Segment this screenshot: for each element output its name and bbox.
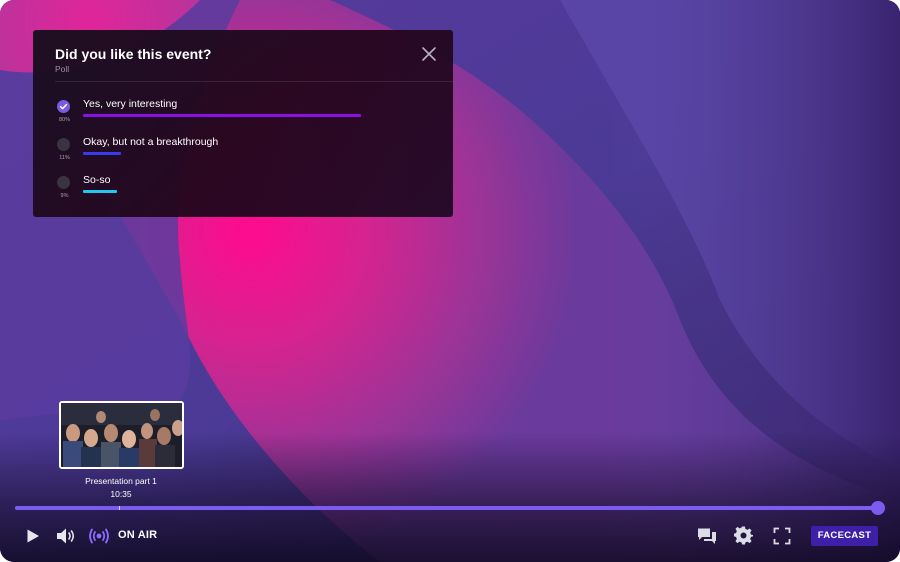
poll-option[interactable]: 80% Yes, very interesting (55, 98, 433, 128)
play-icon[interactable] (25, 528, 41, 549)
poll-option-bar (83, 152, 121, 155)
settings-gear-icon[interactable] (734, 526, 754, 551)
live-label: ON AIR (118, 529, 158, 541)
preview-time: 10:35 (110, 489, 132, 499)
progress-knob[interactable] (871, 501, 885, 515)
poll-option-label: Okay, but not a breakthrough (83, 136, 219, 148)
progress-bar[interactable] (15, 501, 885, 515)
poll-divider (55, 81, 453, 82)
video-player: Did you like this event? Poll 80% Yes, v… (0, 0, 900, 562)
broadcast-icon (88, 527, 110, 550)
audience-image (61, 403, 182, 467)
poll-option-percent: 9% (60, 193, 69, 199)
radio-icon[interactable] (57, 138, 70, 151)
progress-fill (15, 506, 878, 510)
progress-marker (119, 506, 120, 510)
fullscreen-icon[interactable] (773, 527, 791, 550)
preview-title: Presentation part 1 (85, 476, 157, 486)
poll-option-label: So-so (83, 174, 111, 186)
poll-option[interactable]: 9% So-so (55, 174, 433, 204)
check-icon[interactable] (57, 100, 70, 113)
poll-option-percent: 80% (58, 117, 70, 123)
preview-thumbnail (59, 401, 184, 469)
poll-subtitle: Poll (55, 64, 70, 74)
poll-option-percent: 11% (59, 155, 70, 161)
radio-icon[interactable] (57, 176, 70, 189)
poll-option-label: Yes, very interesting (83, 98, 178, 110)
close-icon[interactable] (421, 46, 437, 62)
poll-option-bar (83, 114, 361, 117)
volume-icon[interactable] (56, 527, 76, 550)
chat-icon[interactable] (697, 527, 717, 550)
poll-card: Did you like this event? Poll 80% Yes, v… (33, 30, 453, 217)
poll-option[interactable]: 11% Okay, but not a breakthrough (55, 136, 433, 166)
brand-button[interactable]: FACECAST (811, 526, 878, 546)
poll-option-bar (83, 190, 117, 193)
poll-title: Did you like this event? (55, 46, 212, 62)
